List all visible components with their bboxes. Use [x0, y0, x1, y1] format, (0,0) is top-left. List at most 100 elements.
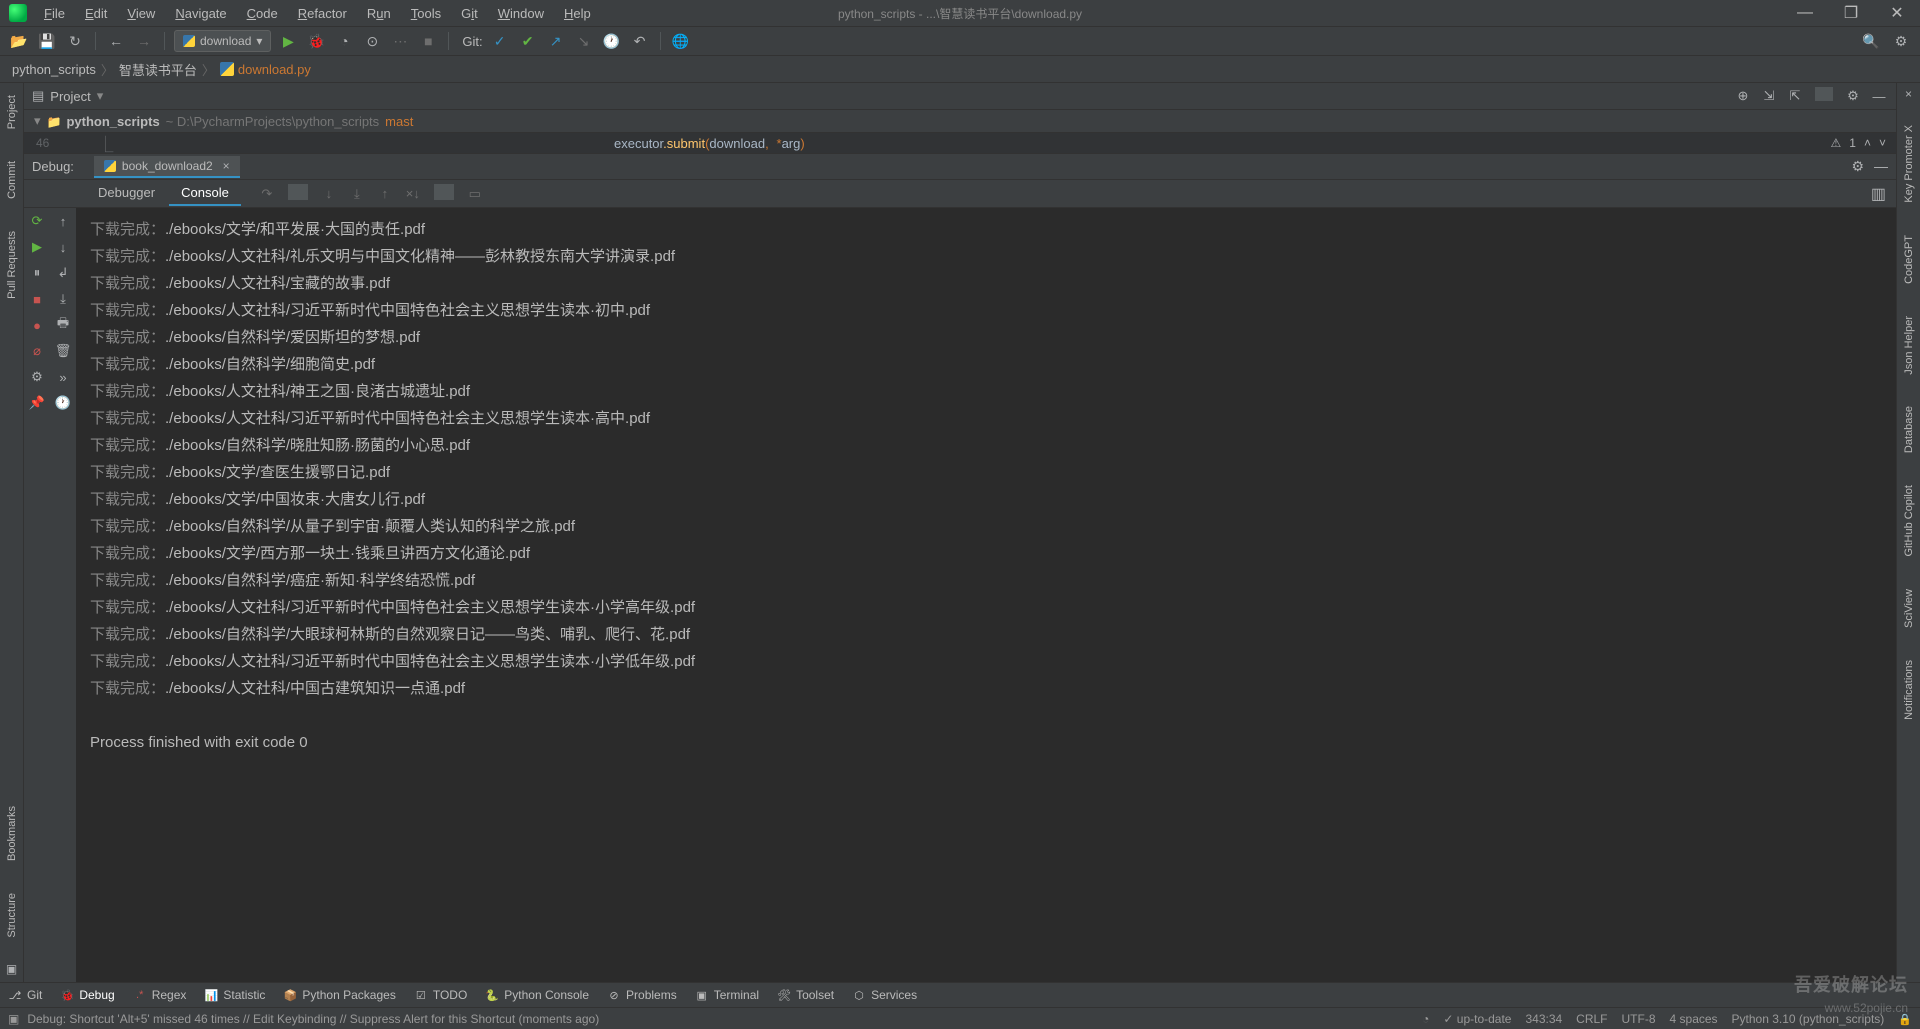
indent[interactable]: 4 spaces: [1670, 1012, 1718, 1026]
caret-pos[interactable]: 343:34: [1525, 1012, 1562, 1026]
evaluate-icon[interactable]: ▭: [465, 184, 485, 204]
next-highlight-icon[interactable]: ˅: [1879, 136, 1886, 150]
scroll-end-icon[interactable]: ⤓: [54, 290, 72, 308]
console-output[interactable]: 下载完成：./ebooks/文学/和平发展·大国的责任.pdf下载完成：./eb…: [76, 208, 1896, 982]
editor-code-line[interactable]: executor.submit(download, *arg): [614, 135, 805, 152]
breadcrumb-folder[interactable]: 智慧读书平台: [119, 60, 197, 79]
tool-notifications[interactable]: Notifications: [1903, 652, 1915, 728]
bottom-python-console[interactable]: 🐍Python Console: [485, 988, 589, 1002]
vcs-status[interactable]: ✓ up-to-date: [1443, 1012, 1511, 1026]
coverage-icon[interactable]: ◔: [333, 30, 355, 52]
tool-json-helper[interactable]: Json Helper: [1903, 308, 1915, 383]
close-stripe-icon[interactable]: ×: [1902, 87, 1916, 101]
menu-tools[interactable]: Tools: [403, 3, 449, 24]
bottom-debug[interactable]: 🐞Debug: [60, 988, 114, 1002]
menu-view[interactable]: View: [119, 3, 163, 24]
step-into-icon[interactable]: ↓: [319, 184, 339, 204]
close-button[interactable]: ✕: [1874, 0, 1920, 27]
tool-key-promoter[interactable]: Key Promoter X: [1903, 117, 1915, 211]
menu-code[interactable]: Code: [239, 3, 286, 24]
status-tool-window-icon[interactable]: ▣: [8, 1012, 19, 1026]
open-icon[interactable]: 📂: [8, 30, 30, 52]
step-into-my-icon[interactable]: ⤓: [347, 184, 367, 204]
rerun-icon[interactable]: ⟳: [28, 212, 46, 230]
stop-icon[interactable]: ■: [417, 30, 439, 52]
menu-help[interactable]: Help: [556, 3, 599, 24]
tab-debugger[interactable]: Debugger: [86, 181, 167, 206]
tool-sciview[interactable]: SciView: [1903, 581, 1915, 636]
eol[interactable]: CRLF: [1576, 1012, 1607, 1026]
hide-panel-icon[interactable]: —: [1874, 158, 1888, 175]
view-breakpoints-icon[interactable]: ●: [28, 316, 46, 334]
bottom-toolset[interactable]: 🛠Toolset: [777, 988, 834, 1002]
bottom-git[interactable]: ⎇Git: [8, 988, 42, 1002]
bottom-services[interactable]: ⬡Services: [852, 988, 917, 1002]
encoding[interactable]: UTF-8: [1622, 1012, 1656, 1026]
back-icon[interactable]: ←: [105, 30, 127, 52]
prev-highlight-icon[interactable]: ˄: [1864, 136, 1871, 150]
run-to-cursor-icon[interactable]: ×↓: [403, 184, 423, 204]
menu-edit[interactable]: Edit: [77, 3, 115, 24]
tool-github-copilot[interactable]: GitHub Copilot: [1903, 477, 1915, 565]
tool-commit[interactable]: Commit: [6, 153, 18, 207]
warning-icon[interactable]: ⚠: [1831, 136, 1842, 150]
window-layout-icon[interactable]: ▣: [5, 962, 19, 976]
commit-icon[interactable]: ✔: [517, 30, 539, 52]
push-icon[interactable]: ↗: [545, 30, 567, 52]
rollback-icon[interactable]: 🕐: [601, 30, 623, 52]
menu-git[interactable]: Git: [453, 3, 486, 24]
tool-bookmarks[interactable]: Bookmarks: [6, 798, 18, 869]
resume-icon[interactable]: ▶: [28, 238, 46, 256]
history-icon[interactable]: ↘: [573, 30, 595, 52]
step-out-icon[interactable]: ↑: [375, 184, 395, 204]
menu-refactor[interactable]: Refactor: [290, 3, 355, 24]
run-icon[interactable]: ▶: [277, 30, 299, 52]
tab-console[interactable]: Console: [169, 181, 241, 206]
soft-wrap-icon[interactable]: ↲: [54, 264, 72, 282]
gear-icon[interactable]: ⚙: [1844, 87, 1862, 105]
gutter-fold-icon[interactable]: ⎿: [97, 131, 113, 155]
chevron-down-icon[interactable]: ▾: [97, 88, 104, 104]
project-view-icon[interactable]: ▤: [32, 88, 44, 104]
tool-codegpt[interactable]: CodeGPT: [1903, 227, 1915, 292]
settings-icon[interactable]: ⚙: [1890, 30, 1912, 52]
mute-breakpoints-icon[interactable]: ⌀: [28, 342, 46, 360]
translate-icon[interactable]: 🌐: [670, 30, 692, 52]
breadcrumb-root[interactable]: python_scripts: [12, 62, 96, 77]
step-over-icon[interactable]: ↷: [257, 184, 277, 204]
console-clock-icon[interactable]: 🕐: [54, 394, 72, 412]
pin-icon[interactable]: 📌: [28, 394, 46, 412]
select-opened-file-icon[interactable]: ⊕: [1734, 87, 1752, 105]
profile-icon[interactable]: ⊙: [361, 30, 383, 52]
print-icon[interactable]: 🖶: [54, 316, 72, 334]
layout-settings-icon[interactable]: ▥: [1871, 184, 1886, 204]
debug-run-tab[interactable]: book_download2 ×: [94, 156, 240, 178]
save-all-icon[interactable]: 💾: [36, 30, 58, 52]
project-title[interactable]: Project: [50, 89, 90, 104]
expand-all-icon[interactable]: ⇲: [1760, 87, 1778, 105]
down-icon[interactable]: ↓: [54, 238, 72, 256]
tool-pull-requests[interactable]: Pull Requests: [6, 223, 18, 307]
tool-project[interactable]: Project: [6, 87, 18, 137]
menu-navigate[interactable]: Navigate: [167, 3, 234, 24]
minimize-button[interactable]: —: [1782, 0, 1828, 27]
project-tree-row[interactable]: ▾ python_scripts ~ D:\PycharmProjects\py…: [24, 110, 1896, 133]
clear-icon[interactable]: 🗑: [54, 342, 72, 360]
forward-icon[interactable]: →: [133, 30, 155, 52]
more-run-icon[interactable]: ⋯: [389, 30, 411, 52]
gear-icon[interactable]: ⚙: [1851, 158, 1864, 175]
filter-icon[interactable]: »: [54, 368, 72, 386]
tool-database[interactable]: Database: [1903, 398, 1915, 461]
breadcrumb-file[interactable]: download.py: [238, 62, 311, 77]
bottom-todo[interactable]: ☑TODO: [414, 988, 467, 1002]
pause-icon[interactable]: ⏸: [28, 264, 46, 282]
status-hint[interactable]: Debug: Shortcut 'Alt+5' missed 46 times …: [27, 1012, 599, 1026]
bottom-problems[interactable]: ⊘Problems: [607, 988, 677, 1002]
menu-run[interactable]: Run: [359, 3, 399, 24]
collapse-all-icon[interactable]: ⇱: [1786, 87, 1804, 105]
sync-icon[interactable]: ↻: [64, 30, 86, 52]
stop-icon[interactable]: ■: [28, 290, 46, 308]
bottom-statistic[interactable]: 📊Statistic: [204, 988, 265, 1002]
bottom-python-packages[interactable]: 📦Python Packages: [283, 988, 395, 1002]
undo-icon[interactable]: ↶: [629, 30, 651, 52]
